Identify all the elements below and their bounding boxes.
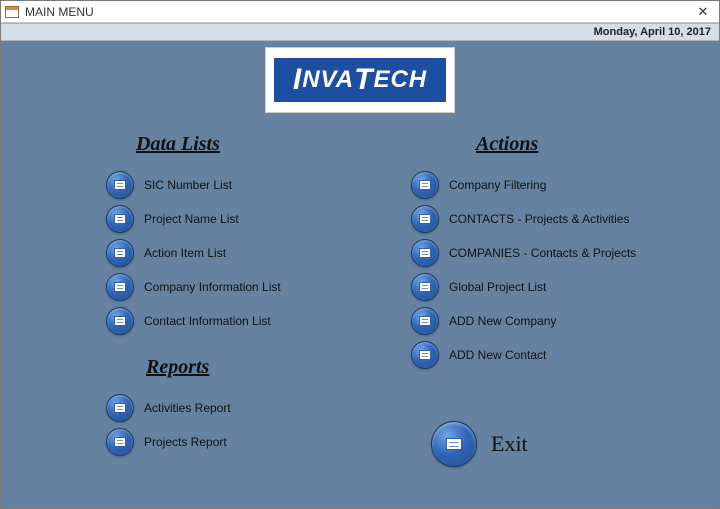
item-label: Company Information List <box>144 280 281 294</box>
window-icon <box>5 6 19 18</box>
item-label: COMPANIES - Contacts & Projects <box>449 246 636 260</box>
form-icon <box>411 307 439 335</box>
form-icon <box>106 307 134 335</box>
item-label: Action Item List <box>144 246 226 260</box>
data-list-item-contact-info[interactable]: Contact Information List <box>106 304 356 338</box>
action-item-companies-contacts-projects[interactable]: COMPANIES - Contacts & Projects <box>411 236 671 270</box>
actions-heading: Actions <box>476 133 671 156</box>
action-item-add-new-contact[interactable]: ADD New Contact <box>411 338 671 372</box>
form-icon <box>411 205 439 233</box>
action-item-add-new-company[interactable]: ADD New Company <box>411 304 671 338</box>
logo-cap-2: T <box>354 63 373 97</box>
reports-heading: Reports <box>146 356 356 379</box>
titlebar: MAIN MENU ✕ <box>1 1 719 23</box>
report-item-activities[interactable]: Activities Report <box>106 391 356 425</box>
window-title: MAIN MENU <box>25 5 94 19</box>
logo-part-2: ECH <box>373 66 427 94</box>
data-list-item-company-info[interactable]: Company Information List <box>106 270 356 304</box>
form-icon <box>411 239 439 267</box>
form-icon <box>106 428 134 456</box>
item-label: Project Name List <box>144 212 239 226</box>
right-column: Actions Company Filtering CONTACTS - Pro… <box>411 133 671 372</box>
close-button[interactable]: ✕ <box>689 1 717 23</box>
form-icon <box>106 171 134 199</box>
date-bar: Monday, April 10, 2017 <box>1 23 719 41</box>
action-item-contacts-projects-activities[interactable]: CONTACTS - Projects & Activities <box>411 202 671 236</box>
form-icon <box>106 239 134 267</box>
current-date: Monday, April 10, 2017 <box>594 26 711 38</box>
item-label: SIC Number List <box>144 178 232 192</box>
left-column: Data Lists SIC Number List Project Name … <box>106 133 356 459</box>
action-item-global-project-list[interactable]: Global Project List <box>411 270 671 304</box>
exit-label: Exit <box>491 431 528 457</box>
form-icon <box>411 273 439 301</box>
data-list-item-project-name[interactable]: Project Name List <box>106 202 356 236</box>
action-item-company-filtering[interactable]: Company Filtering <box>411 168 671 202</box>
item-label: ADD New Company <box>449 314 556 328</box>
logo-part-1: NVA <box>302 66 354 94</box>
body-area: INVATECH Data Lists SIC Number List Proj… <box>1 41 719 508</box>
data-lists-heading: Data Lists <box>136 133 356 156</box>
logo-cap-1: I <box>293 63 302 97</box>
data-list-item-sic[interactable]: SIC Number List <box>106 168 356 202</box>
item-label: Contact Information List <box>144 314 271 328</box>
exit-button[interactable]: Exit <box>431 421 528 467</box>
item-label: Activities Report <box>144 401 231 415</box>
item-label: Company Filtering <box>449 178 546 192</box>
item-label: Projects Report <box>144 435 227 449</box>
item-label: ADD New Contact <box>449 348 546 362</box>
item-label: CONTACTS - Projects & Activities <box>449 212 629 226</box>
form-icon <box>106 394 134 422</box>
report-item-projects[interactable]: Projects Report <box>106 425 356 459</box>
logo-text: INVATECH <box>274 58 446 102</box>
form-icon <box>106 273 134 301</box>
form-icon <box>411 171 439 199</box>
item-label: Global Project List <box>449 280 546 294</box>
form-icon <box>411 341 439 369</box>
main-window: MAIN MENU ✕ Monday, April 10, 2017 INVAT… <box>0 0 720 509</box>
logo: INVATECH <box>265 47 455 113</box>
form-icon <box>431 421 477 467</box>
form-icon <box>106 205 134 233</box>
data-list-item-action-item[interactable]: Action Item List <box>106 236 356 270</box>
